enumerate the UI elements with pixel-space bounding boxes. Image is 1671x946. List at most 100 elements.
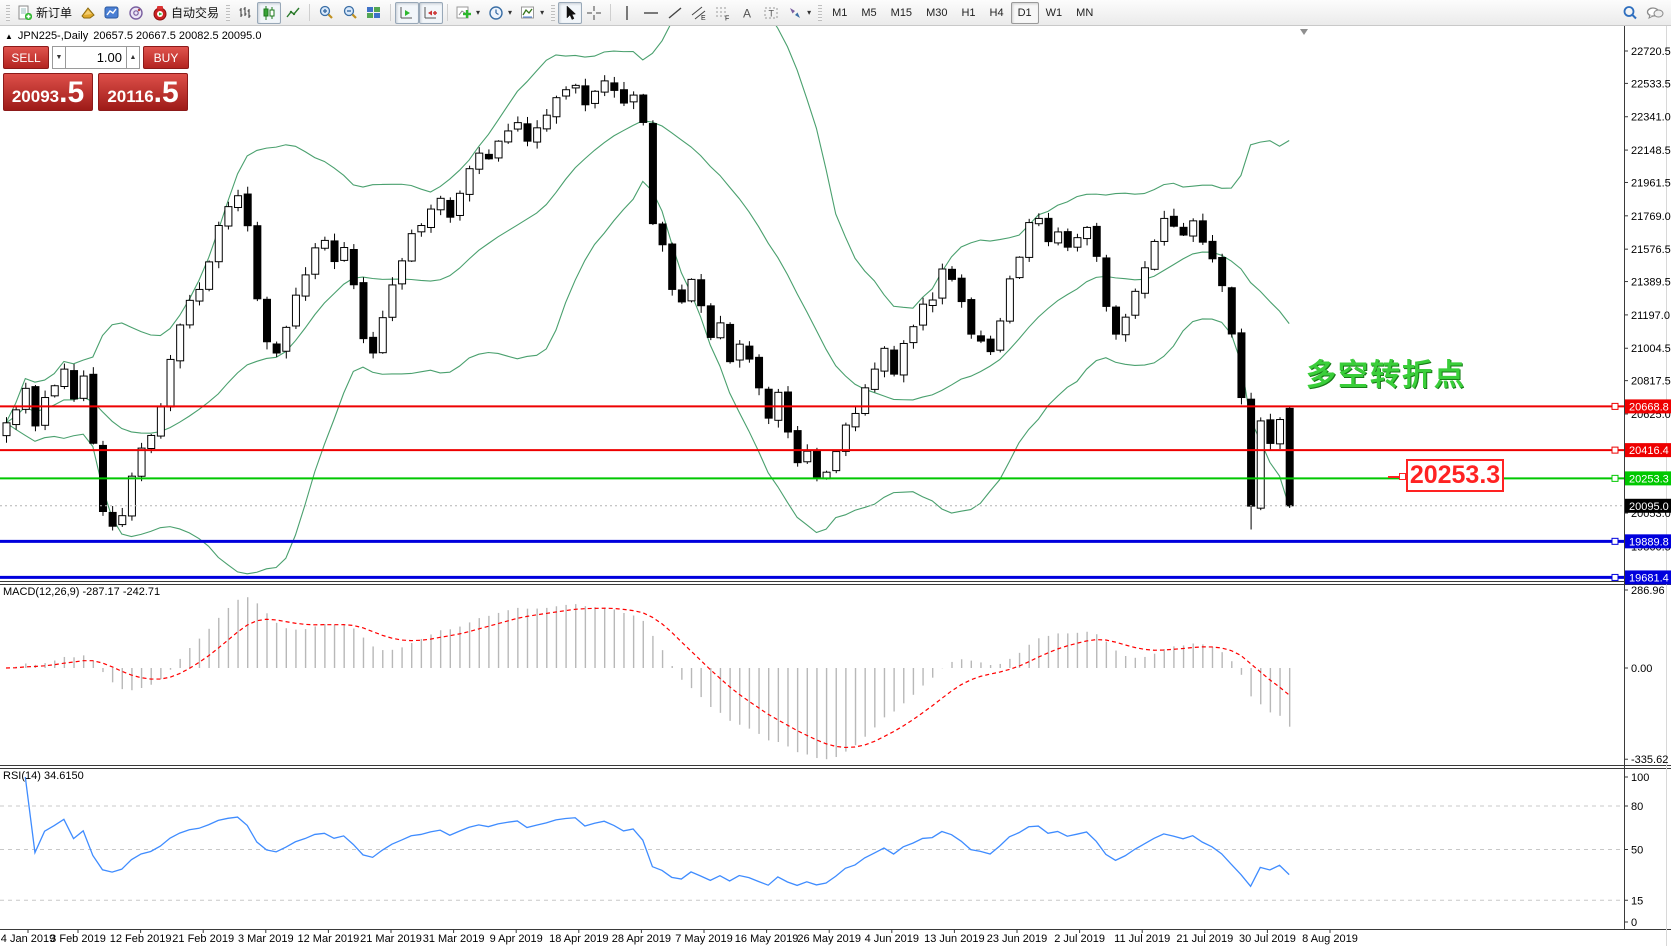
macd-indicator-label: MACD(12,26,9) -287.17 -242.71 — [3, 586, 160, 598]
auto-scroll-icon — [399, 5, 415, 21]
cursor-tool-button[interactable] — [558, 2, 582, 24]
chevron-down-icon: ▾ — [807, 8, 811, 17]
toolbar-grip — [6, 5, 10, 21]
search-button[interactable] — [1618, 2, 1642, 24]
new-order-button[interactable]: 新订单 — [13, 2, 76, 24]
svg-text:T: T — [769, 8, 775, 18]
toolbar-grip — [226, 5, 230, 21]
auto-trading-button[interactable]: 自动交易 — [148, 2, 223, 24]
zoom-out-button[interactable] — [338, 2, 362, 24]
label-tool-button[interactable]: T — [759, 2, 783, 24]
zoom-out-icon — [342, 5, 358, 21]
charts-window-icon — [104, 5, 120, 21]
main-toolbar: 新订单 自动交易 ▾ ▾ — [0, 0, 1671, 26]
alerts-button[interactable] — [76, 2, 100, 24]
text-tool-button[interactable]: A — [735, 2, 759, 24]
text-tool-icon: A — [739, 5, 755, 21]
symbol-name: JPN225-,Daily — [18, 30, 88, 42]
chat-button[interactable] — [1642, 2, 1668, 24]
rsi-indicator-label: RSI(14) 34.6150 — [3, 770, 84, 782]
timeframe-h4[interactable]: H4 — [983, 2, 1011, 24]
vertical-line-tool-button[interactable] — [615, 2, 639, 24]
symbol-marker-icon: ▲ — [5, 32, 13, 41]
candles-layer — [3, 75, 1293, 530]
candlestick-chart-button[interactable] — [257, 2, 281, 24]
sell-price-button[interactable]: 20093 .5 — [3, 73, 93, 111]
timeframe-m30[interactable]: M30 — [919, 2, 954, 24]
volume-input[interactable] — [66, 46, 126, 69]
community-icon — [128, 5, 144, 21]
horizontal-line-icon — [643, 5, 659, 21]
trendline-tool-button[interactable] — [663, 2, 687, 24]
trendline-icon — [667, 5, 683, 21]
chevron-down-icon: ▾ — [508, 8, 512, 17]
symbol-ohlc: 20657.5 20667.5 20082.5 20095.0 — [93, 30, 261, 42]
buy-price-frac: .5 — [154, 78, 179, 108]
volume-increase-button[interactable]: ▲ — [126, 46, 140, 69]
charts-window-button[interactable] — [100, 2, 124, 24]
rsi-line — [25, 777, 1289, 886]
level-lines[interactable] — [0, 403, 1624, 580]
timeframe-m15[interactable]: M15 — [884, 2, 919, 24]
callout-anchor-handle[interactable] — [1399, 473, 1406, 480]
sell-price-frac: .5 — [59, 78, 84, 108]
auto-trading-label: 自动交易 — [171, 4, 219, 21]
triangle-down-icon: ▼ — [56, 54, 63, 61]
label-tool-icon: T — [763, 5, 779, 21]
time-axis[interactable] — [0, 929, 1624, 946]
templates-button[interactable]: ▾ — [516, 2, 548, 24]
chart-shift-marker[interactable] — [1300, 29, 1308, 35]
toolbar-grip — [818, 5, 822, 21]
toolbar-separator — [610, 4, 611, 21]
rsi-layer — [0, 777, 1624, 900]
symbol-title: ▲ JPN225-,Daily 20657.5 20667.5 20082.5 … — [5, 30, 261, 42]
chat-icon — [1646, 5, 1664, 21]
indicators-icon — [456, 5, 472, 21]
tile-windows-icon — [366, 5, 382, 21]
toolbar-separator — [309, 4, 310, 21]
macd-histogram — [7, 597, 1290, 759]
timeframe-w1[interactable]: W1 — [1039, 2, 1070, 24]
channel-tool-button[interactable]: E — [687, 2, 711, 24]
periods-button[interactable]: ▾ — [484, 2, 516, 24]
price-axis[interactable] — [1624, 26, 1671, 929]
chart-shift-icon — [423, 5, 439, 21]
community-button[interactable] — [124, 2, 148, 24]
arrows-tool-button[interactable]: ▾ — [783, 2, 815, 24]
bar-chart-icon — [237, 5, 253, 21]
indicators-button[interactable]: ▾ — [452, 2, 484, 24]
buy-price-button[interactable]: 20116 .5 — [98, 73, 188, 111]
crosshair-icon — [586, 5, 602, 21]
crosshair-tool-button[interactable] — [582, 2, 606, 24]
new-order-icon — [17, 5, 33, 21]
clock-icon — [488, 5, 504, 21]
timeframe-d1[interactable]: D1 — [1011, 2, 1039, 24]
search-icon — [1622, 5, 1638, 21]
timeframe-mn[interactable]: MN — [1069, 2, 1100, 24]
bollinger-bands — [6, 0, 1289, 574]
chevron-down-icon: ▾ — [476, 8, 480, 17]
price-callout-label[interactable]: 20253.3 — [1406, 459, 1504, 492]
turning-point-annotation[interactable]: 多空转折点 — [1306, 350, 1466, 394]
chart-shift-button[interactable] — [419, 2, 443, 24]
timeframe-m5[interactable]: M5 — [854, 2, 883, 24]
horizontal-line-tool-button[interactable] — [639, 2, 663, 24]
auto-scroll-button[interactable] — [395, 2, 419, 24]
volume-decrease-button[interactable]: ▼ — [52, 46, 66, 69]
triangle-up-icon: ▲ — [130, 54, 137, 61]
timeframe-h1[interactable]: H1 — [954, 2, 982, 24]
timeframe-m1[interactable]: M1 — [825, 2, 854, 24]
chevron-down-icon: ▾ — [540, 8, 544, 17]
tile-windows-button[interactable] — [362, 2, 386, 24]
toolbar-grip — [551, 5, 555, 21]
line-chart-button[interactable] — [281, 2, 305, 24]
vertical-line-icon — [619, 5, 635, 21]
sell-button[interactable]: SELL — [3, 46, 49, 69]
bar-chart-button[interactable] — [233, 2, 257, 24]
zoom-in-icon — [318, 5, 334, 21]
line-chart-icon — [285, 5, 301, 21]
fibonacci-tool-button[interactable]: F — [711, 2, 735, 24]
zoom-in-button[interactable] — [314, 2, 338, 24]
svg-text:F: F — [725, 15, 729, 21]
buy-button[interactable]: BUY — [143, 46, 189, 69]
